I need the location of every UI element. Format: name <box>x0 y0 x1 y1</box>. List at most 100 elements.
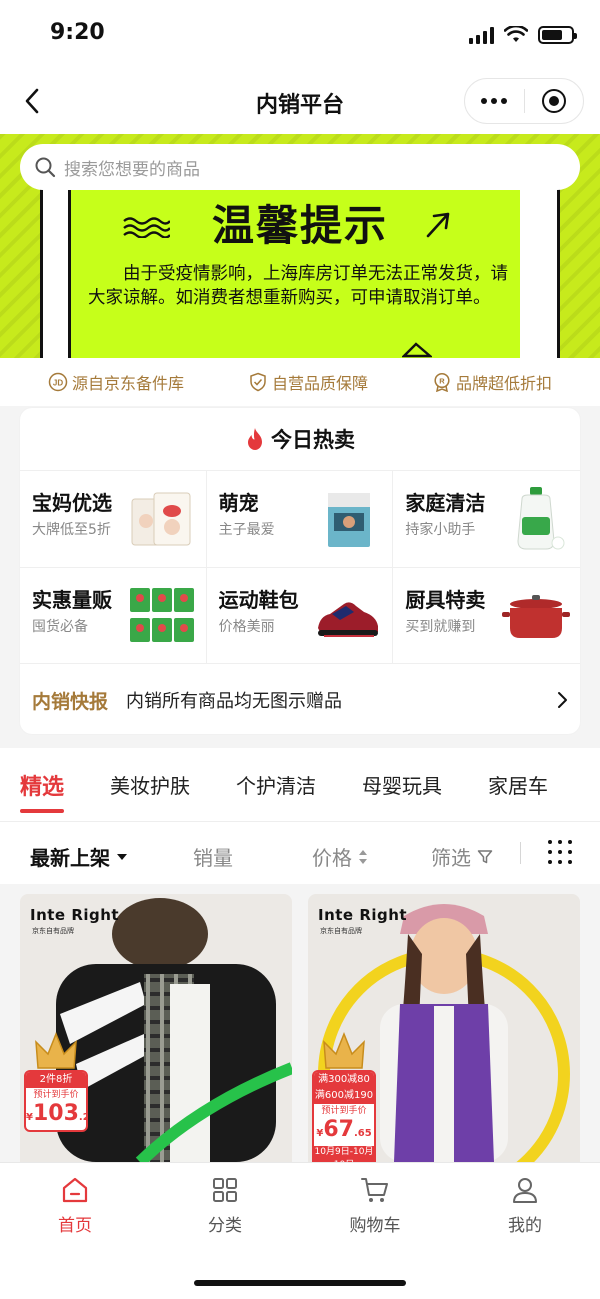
promo-tag: 2件8折 <box>26 1072 86 1088</box>
hot-sale-title: 今日热卖 <box>271 428 355 452</box>
flash-news[interactable]: 内销快报 内销所有商品均无图示赠品 <box>32 680 568 720</box>
price-label: 预计到手价 <box>33 1090 79 1100</box>
product-card[interactable]: Inte Right 京东自有品牌 满300减80 满600减190 预计到手价… <box>308 894 580 1162</box>
sort-sales-label: 销量 <box>193 846 233 870</box>
tab-personal-care[interactable]: 个护清洁 <box>236 770 316 799</box>
banner-text: 由于受疫情影响，上海库房订单无法正常发货，请大家谅解。如消费者想重新购买，可申请… <box>88 264 508 308</box>
signal-icon <box>469 26 494 44</box>
more-button[interactable] <box>465 79 524 123</box>
product-brand: Inte Right <box>30 906 120 924</box>
promo-date: 10月9日-10月10日 <box>314 1146 374 1162</box>
hot-item-title: 运动鞋包 <box>218 587 299 612</box>
tab-beauty[interactable]: 美妆护肤 <box>110 770 190 799</box>
hot-item-title: 萌宠 <box>218 491 259 515</box>
price-label: 预计到手价 <box>321 1106 367 1116</box>
chevron-right-icon <box>558 692 567 708</box>
search-placeholder: 搜索您想要的商品 <box>64 159 200 180</box>
detergent-bags-icon <box>129 587 194 642</box>
sort-price[interactable]: 价格 <box>312 842 368 871</box>
wifi-icon <box>504 26 528 42</box>
sort-bar: 最新上架 销量 价格 筛选 <box>0 822 600 884</box>
search-input[interactable]: 搜索您想要的商品 <box>20 144 580 190</box>
tab-category-nav[interactable]: 分类 <box>150 1175 300 1236</box>
cooking-pot-icon <box>502 594 570 638</box>
cart-icon <box>361 1178 388 1202</box>
crown-icon <box>323 1032 365 1069</box>
price-value: ¥67.65 <box>316 1117 372 1142</box>
hot-item-subtitle: 囤货必备 <box>32 618 88 635</box>
profile-icon <box>513 1178 537 1203</box>
hot-item-bulk[interactable]: 实惠量贩 囤货必备 <box>20 567 207 664</box>
hot-item-subtitle: 主子最爱 <box>218 522 275 538</box>
hot-item-cleaning[interactable]: 家庭清洁 持家小助手 <box>393 471 580 568</box>
more-dots-icon <box>481 98 508 104</box>
tab-featured[interactable]: 精选 <box>20 769 65 813</box>
tab-home-nav[interactable]: 首页 <box>0 1175 150 1236</box>
nav-bar: 内销平台 <box>0 68 600 134</box>
hot-item-subtitle: 买到就赚到 <box>405 618 476 635</box>
flash-text: 内销所有商品均无图示赠品 <box>126 691 343 712</box>
flash-label: 内销快报 <box>32 690 109 713</box>
search-icon <box>35 157 56 178</box>
sneaker-icon <box>318 601 379 637</box>
hot-item-baby[interactable]: 宝妈优选 大牌低至5折 <box>20 471 207 568</box>
miniprogram-capsule <box>464 78 584 124</box>
product-brand: Inte Right <box>318 906 408 924</box>
detergent-bottle-icon <box>517 487 565 550</box>
promo-tag: 满300减80 <box>314 1072 374 1088</box>
hot-item-kitchen[interactable]: 厨具特卖 买到就赚到 <box>393 568 580 664</box>
product-list: Inte Right 京东自有品牌 2件8折 预计到手价 ¥103.20 Int… <box>0 884 600 1162</box>
tab-baby-toys[interactable]: 母婴玩具 <box>362 770 442 799</box>
product-card[interactable]: Inte Right 京东自有品牌 2件8折 预计到手价 ¥103.20 <box>20 894 292 1162</box>
svg-text:JD: JD <box>53 379 63 388</box>
sort-latest[interactable]: 最新上架 <box>30 842 128 871</box>
status-bar: 9:20 <box>0 0 600 68</box>
price-badge-box: 满300减80 满600减190 预计到手价 ¥67.65 10月9日-10月1… <box>312 1070 376 1162</box>
shield-check-icon <box>250 372 266 392</box>
sort-arrows-icon <box>359 849 367 864</box>
promo-tag: 满600减190 <box>314 1088 374 1104</box>
filter-funnel-icon <box>477 849 493 863</box>
guarantee-discount: R 品牌超低折扣 <box>432 370 552 394</box>
tab-profile-nav[interactable]: 我的 <box>450 1175 600 1236</box>
category-grid-icon <box>213 1178 237 1202</box>
guarantee-label: 品牌超低折扣 <box>455 374 552 393</box>
hot-item-pet[interactable]: 萌宠 主子最爱 <box>206 471 394 568</box>
hot-item-subtitle: 大牌低至5折 <box>32 522 111 538</box>
triangle-decoration-icon <box>402 342 432 358</box>
guarantee-label: 自营品质保障 <box>271 374 368 393</box>
hot-sale-card: 今日热卖 宝妈优选 大牌低至5折 萌宠 主子最爱 家庭清洁 持家小助手 实惠量贩… <box>20 408 580 734</box>
home-indicator <box>194 1280 406 1286</box>
sort-divider <box>520 842 521 864</box>
close-miniprogram-button[interactable] <box>525 79 584 123</box>
price-badge-box: 2件8折 预计到手价 ¥103.20 <box>24 1070 88 1132</box>
diaper-pack-icon <box>131 492 191 546</box>
guarantee-quality: 自营品质保障 <box>248 370 368 394</box>
hot-item-sports[interactable]: 运动鞋包 价格美丽 <box>206 567 394 664</box>
product-brand-sub: 京东自有品牌 <box>32 927 74 935</box>
target-icon <box>541 89 566 113</box>
pet-food-bag-icon <box>328 493 371 547</box>
hot-sale-header: 今日热卖 <box>20 424 580 454</box>
tab-cart-nav[interactable]: 购物车 <box>300 1175 450 1236</box>
crown-icon <box>35 1032 77 1069</box>
jd-icon: JD <box>48 372 68 392</box>
bottom-tab-bar: 首页 分类 购物车 我的 <box>0 1162 600 1299</box>
tab-home[interactable]: 家居车 <box>488 770 548 799</box>
guarantee-label: 源自京东备件库 <box>71 374 184 393</box>
sort-filter[interactable]: 筛选 <box>431 842 493 871</box>
sort-sales[interactable]: 销量 <box>193 842 233 871</box>
hot-item-title: 实惠量贩 <box>32 587 112 612</box>
battery-icon <box>538 26 577 44</box>
flame-icon <box>248 428 262 450</box>
grid-view-toggle[interactable] <box>548 840 572 864</box>
sort-filter-label: 筛选 <box>431 846 471 870</box>
svg-text:R: R <box>439 377 445 386</box>
tab-label: 首页 <box>58 1216 92 1236</box>
hot-sale-grid: 宝妈优选 大牌低至5折 萌宠 主子最爱 家庭清洁 持家小助手 实惠量贩 囤货必备… <box>20 470 580 664</box>
guarantee-row: JD 源自京东备件库 自营品质保障 R 品牌超低折扣 <box>0 358 600 406</box>
status-time: 9:20 <box>50 20 105 45</box>
banner-title: 温馨提示 <box>211 201 388 250</box>
hot-item-subtitle: 价格美丽 <box>218 618 275 635</box>
tab-label: 分类 <box>208 1216 242 1236</box>
